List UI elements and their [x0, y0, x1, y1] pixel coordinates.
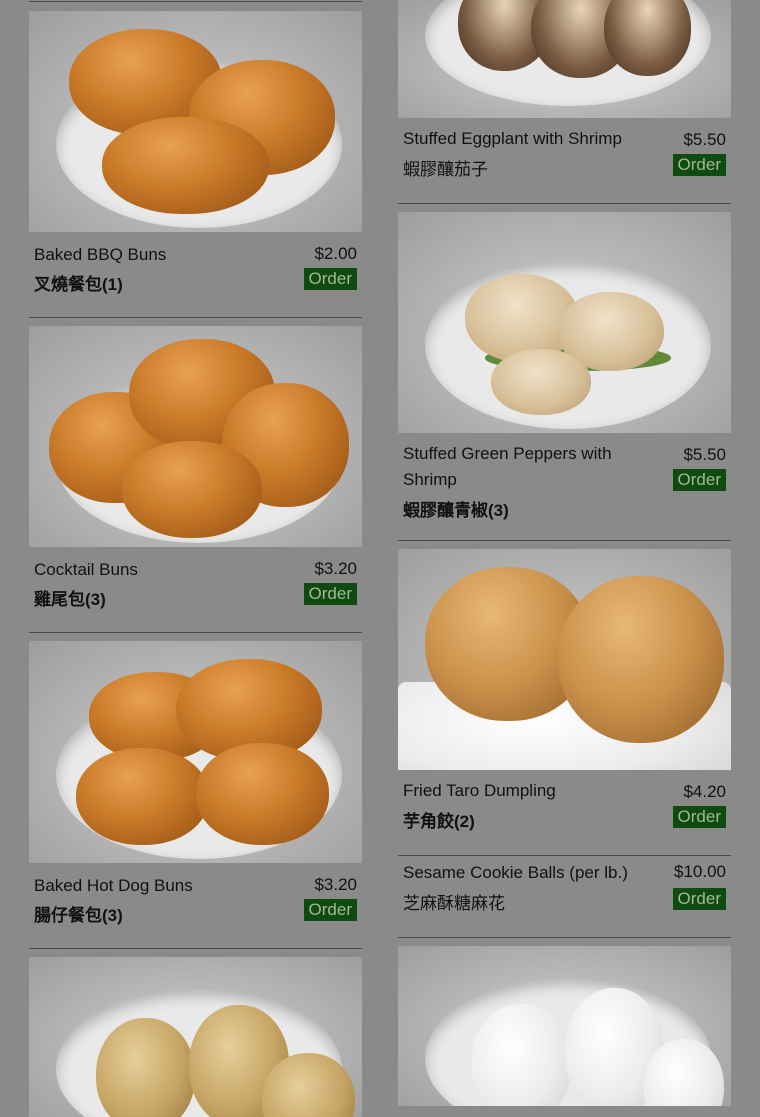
item-price: $3.20: [314, 559, 357, 578]
order-button[interactable]: Order: [672, 888, 726, 910]
food-photo-stuffed-green-peppers[interactable]: [398, 212, 731, 433]
item-name: Sesame Cookie Balls (per lb.): [403, 863, 628, 882]
item-price: $5.50: [683, 445, 726, 464]
item-price: $4.20: [683, 782, 726, 801]
menu-item-card: Sesame Cookie Balls (per lb.) 芝麻酥糖麻花 $10…: [398, 856, 731, 938]
top-divider: [29, 1, 362, 2]
menu-item-card: Baked Hot Dog Buns 腸仔餐包(3) $3.20 Order: [29, 641, 362, 949]
menu-item-card: [29, 957, 362, 1117]
item-price: $10.00: [674, 862, 726, 881]
item-chinese-name: 芝麻酥糖麻花: [403, 894, 505, 913]
item-chinese-name: 雞尾包(3): [34, 590, 106, 609]
menu-item-info: Stuffed Green Peppers with Shrimp 蝦膠釀青椒(…: [398, 433, 731, 541]
order-button[interactable]: Order: [672, 806, 726, 828]
item-name: Cocktail Buns: [34, 560, 138, 579]
item-name: Baked Hot Dog Buns: [34, 876, 193, 895]
food-photo-baked-bbq-buns[interactable]: [29, 11, 362, 232]
menu-item-info: Fried Taro Dumpling 芋角餃(2) $4.20 Order: [398, 770, 731, 856]
menu-item-info: Cocktail Buns 雞尾包(3) $3.20 Order: [29, 547, 362, 633]
item-name: Baked BBQ Buns: [34, 245, 167, 264]
menu-item-card: Stuffed Green Peppers with Shrimp 蝦膠釀青椒(…: [398, 212, 731, 541]
menu-item-card: Stuffed Eggplant with Shrimp 蝦膠釀茄子 $5.50…: [398, 0, 731, 204]
food-photo-sesame-balls[interactable]: [29, 957, 362, 1117]
order-button[interactable]: Order: [303, 583, 357, 605]
item-chinese-name: 腸仔餐包(3): [34, 906, 123, 925]
menu-item-info: Sesame Cookie Balls (per lb.) 芝麻酥糖麻花 $10…: [398, 856, 731, 938]
menu-column-left: Baked BBQ Buns 叉燒餐包(1) $2.00 Order Cockt…: [29, 11, 362, 1117]
menu-column-right: Stuffed Eggplant with Shrimp 蝦膠釀茄子 $5.50…: [398, 0, 731, 1106]
menu-item-card: Baked BBQ Buns 叉燒餐包(1) $2.00 Order: [29, 11, 362, 318]
item-name: Stuffed Eggplant with Shrimp: [403, 129, 622, 148]
food-photo-fried-taro-dumpling[interactable]: [398, 549, 731, 770]
menu-item-card: [398, 946, 731, 1106]
food-photo-coconut-balls[interactable]: [398, 946, 731, 1106]
order-button[interactable]: Order: [672, 469, 726, 491]
item-chinese-name: 叉燒餐包(1): [34, 275, 123, 294]
food-photo-stuffed-eggplant[interactable]: [398, 0, 731, 118]
order-button[interactable]: Order: [303, 268, 357, 290]
item-price: $2.00: [314, 244, 357, 263]
food-photo-cocktail-buns[interactable]: [29, 326, 362, 547]
menu-item-info: Stuffed Eggplant with Shrimp 蝦膠釀茄子 $5.50…: [398, 118, 731, 204]
menu-item-info: Baked Hot Dog Buns 腸仔餐包(3) $3.20 Order: [29, 863, 362, 949]
item-chinese-name: 芋角餃(2): [403, 812, 475, 831]
item-price: $5.50: [683, 130, 726, 149]
item-price: $3.20: [314, 875, 357, 894]
item-name: Stuffed Green Peppers with Shrimp: [403, 444, 612, 489]
menu-item-card: Fried Taro Dumpling 芋角餃(2) $4.20 Order: [398, 549, 731, 856]
menu-item-card: Cocktail Buns 雞尾包(3) $3.20 Order: [29, 326, 362, 633]
item-chinese-name: 蝦膠釀青椒(3): [403, 501, 509, 520]
order-button[interactable]: Order: [303, 899, 357, 921]
food-photo-baked-hot-dog-buns[interactable]: [29, 641, 362, 863]
item-name: Fried Taro Dumpling: [403, 781, 556, 800]
item-chinese-name: 蝦膠釀茄子: [403, 160, 488, 179]
order-button[interactable]: Order: [672, 154, 726, 176]
menu-item-info: Baked BBQ Buns 叉燒餐包(1) $2.00 Order: [29, 232, 362, 318]
